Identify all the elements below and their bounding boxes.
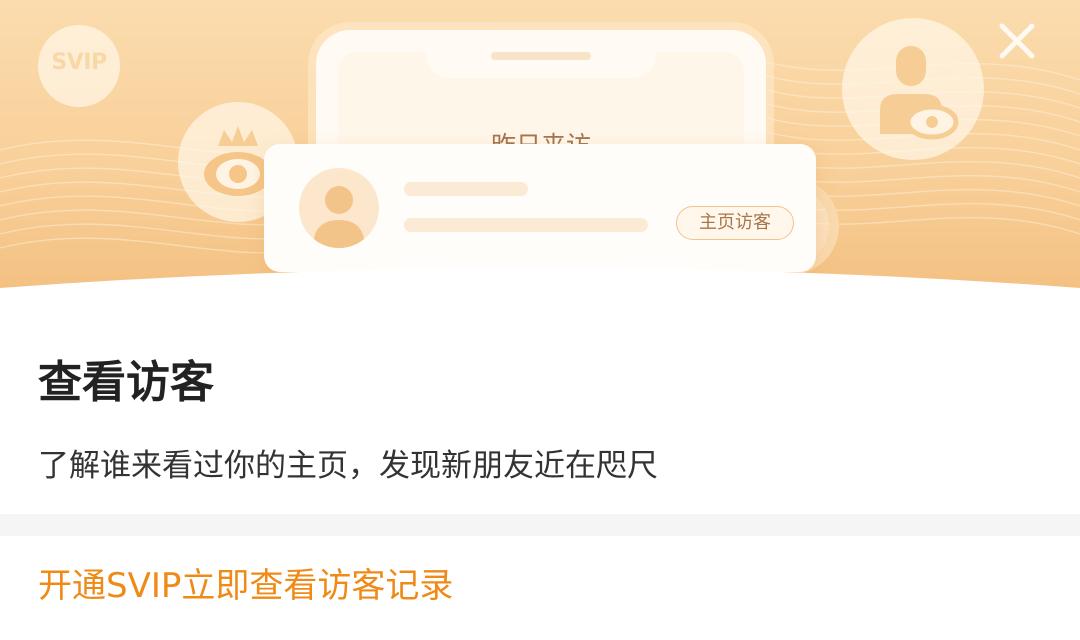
close-button[interactable] xyxy=(994,18,1040,64)
hero-banner: SVIP 昨日来访 xyxy=(0,0,1080,320)
visitor-promo-page: SVIP 昨日来访 xyxy=(0,0,1080,640)
section-divider xyxy=(0,514,1080,536)
open-svip-link[interactable]: 开通SVIP立即查看访客记录 xyxy=(38,558,453,607)
close-icon[interactable] xyxy=(994,18,1040,64)
page-subtitle: 了解谁来看过你的主页，发现新朋友近在咫尺 xyxy=(38,448,658,484)
page-title: 查看访客 xyxy=(38,357,214,408)
hero-bottom-curve xyxy=(0,268,1080,320)
